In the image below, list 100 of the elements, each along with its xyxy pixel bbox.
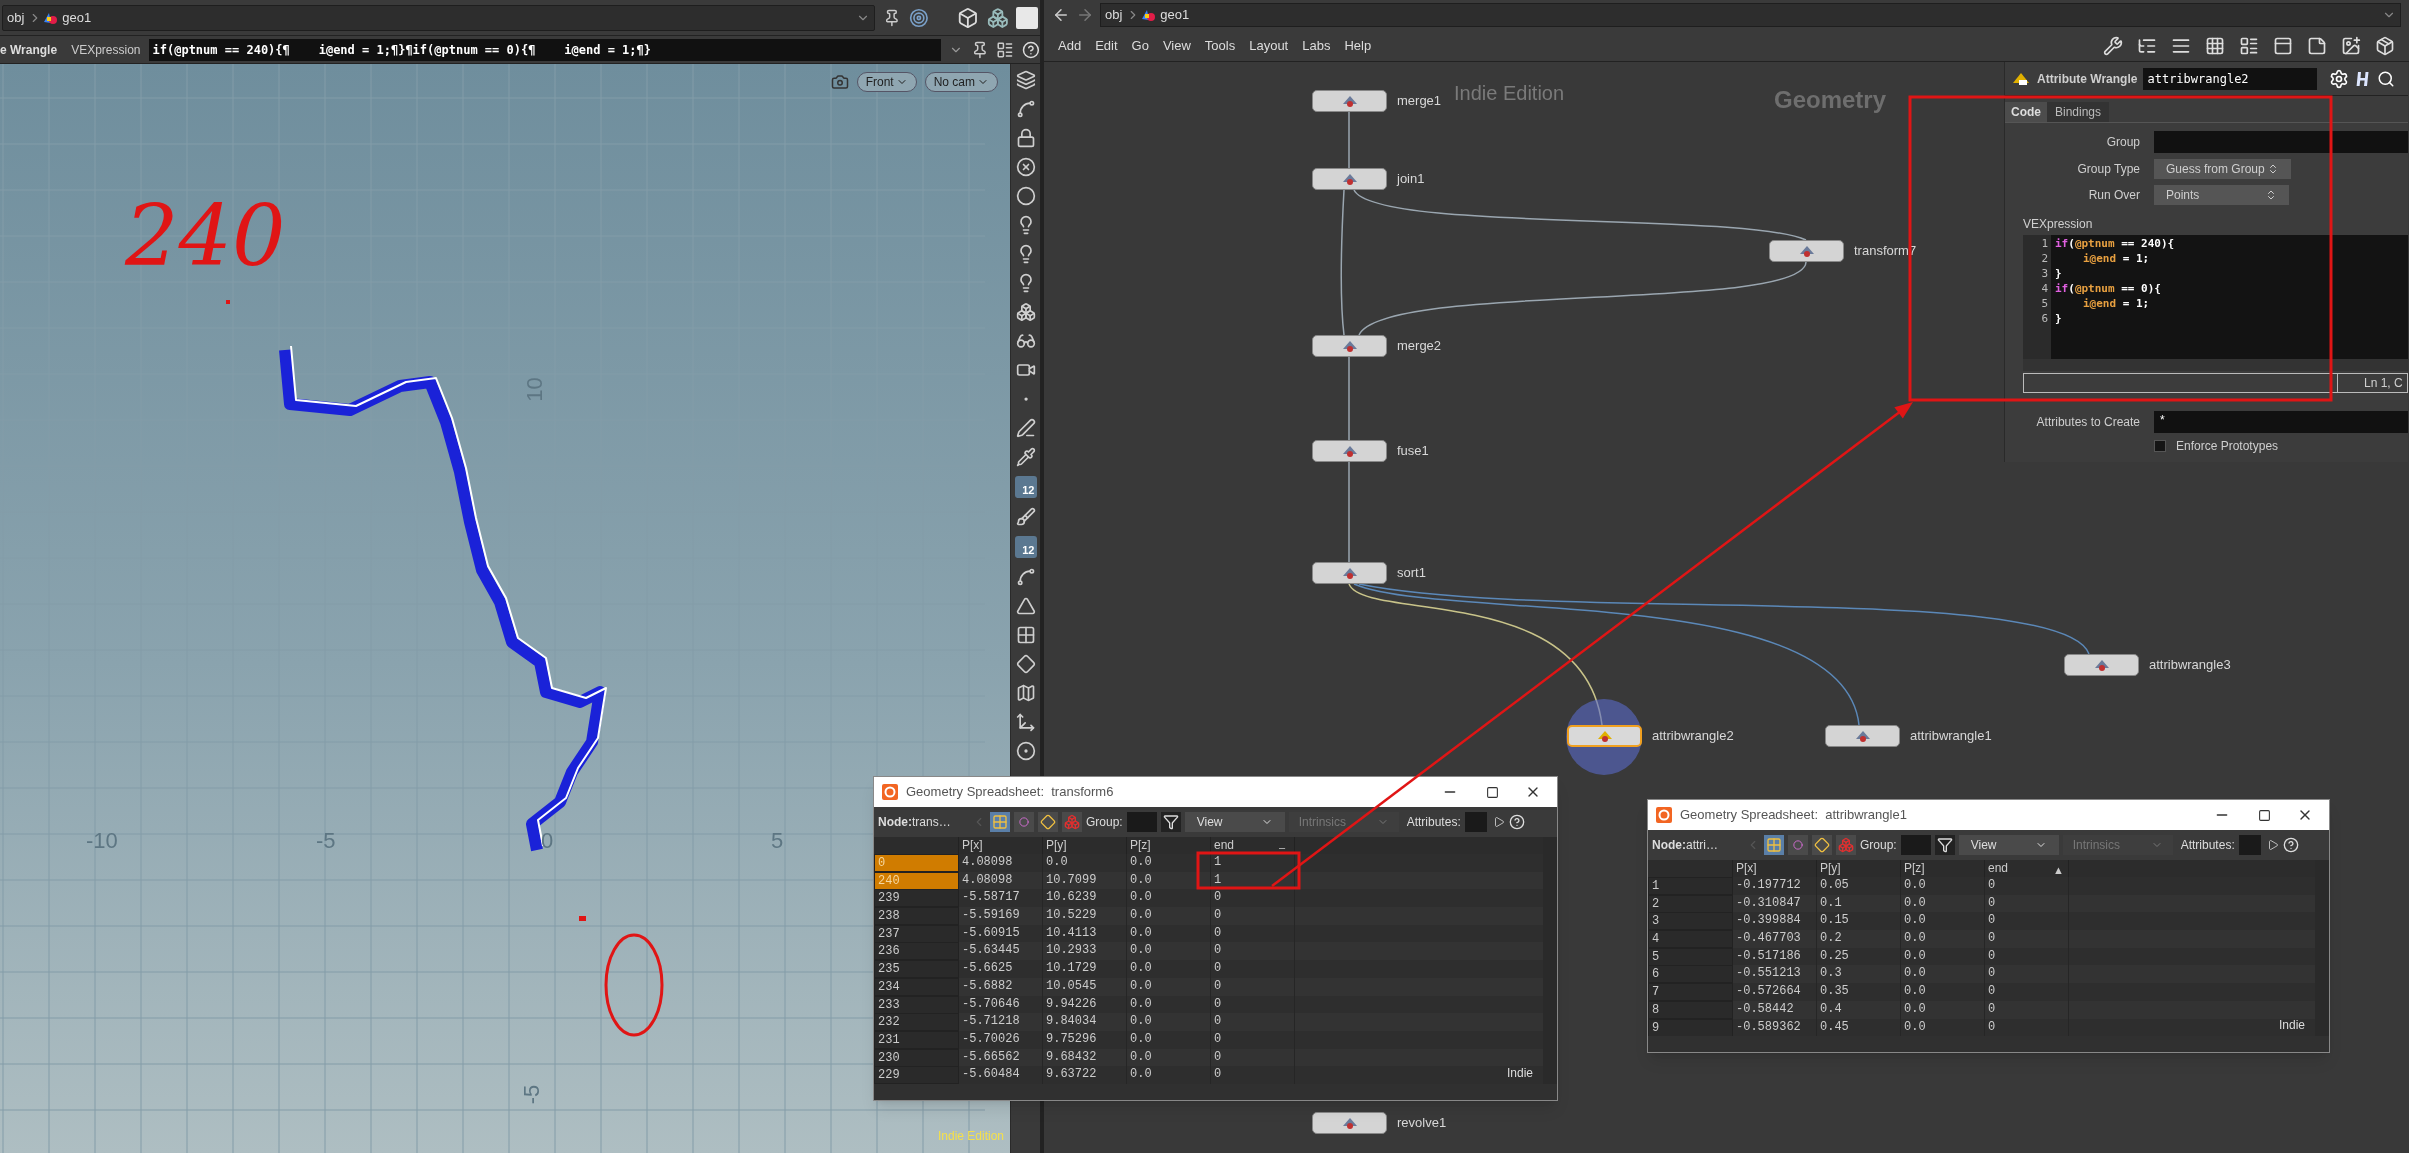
wrench-icon[interactable]	[2103, 35, 2123, 56]
axes-icon[interactable]	[1015, 712, 1036, 732]
sort-indicator[interactable]: –	[1279, 839, 1286, 856]
diamond-icon[interactable]	[1015, 654, 1036, 674]
shapes-icon[interactable]	[986, 6, 1009, 29]
row-index[interactable]: 6	[1648, 965, 1733, 984]
search-icon[interactable]	[2377, 69, 2396, 88]
settings-icon[interactable]	[2329, 68, 2350, 89]
primitive-icon[interactable]	[1038, 812, 1058, 832]
back-icon[interactable]	[1052, 6, 1070, 24]
path-segment[interactable]: geo1	[58, 7, 96, 28]
group-field[interactable]	[2154, 131, 2408, 153]
code-editor[interactable]: 1 2 3 4 5 6 if(@ptnum == 240){ i@end = 1; } if(@ptnum == 0){ i@end = 1; }	[2023, 235, 2408, 359]
maximize-icon[interactable]	[2258, 808, 2271, 822]
play-icon[interactable]	[1492, 816, 1505, 828]
row-index[interactable]: 238	[874, 907, 959, 926]
view-dropdown[interactable]: View	[1958, 835, 2059, 855]
cube-icon[interactable]	[956, 6, 979, 29]
filter-icon[interactable]	[1160, 812, 1181, 832]
node-name-field[interactable]: attribwrangle2	[2143, 67, 2318, 90]
list-icon[interactable]	[996, 40, 1015, 59]
view-dropdown[interactable]: View	[1184, 812, 1285, 832]
view-menu[interactable]: Front	[856, 72, 917, 92]
image-add-icon[interactable]	[2341, 35, 2361, 56]
grid-icon[interactable]	[1015, 625, 1036, 645]
toolbar-badge[interactable]: 12	[1014, 476, 1037, 498]
primitive-icon[interactable]	[1812, 835, 1832, 855]
toolbar-badge[interactable]: 12	[1014, 536, 1037, 558]
menu-item[interactable]: View	[1162, 35, 1191, 56]
run-over-dropdown[interactable]: Points	[2154, 185, 2289, 205]
menu-item[interactable]: Help	[1344, 35, 1372, 56]
node[interactable]	[1769, 240, 1844, 262]
triangle-icon[interactable]	[1015, 596, 1036, 616]
scrollbar[interactable]	[1648, 1036, 2329, 1053]
circle-x-icon[interactable]	[1015, 157, 1036, 177]
color-swatch[interactable]	[1016, 6, 1038, 29]
row-index[interactable]: 232	[874, 1013, 959, 1032]
maximize-icon[interactable]	[1486, 785, 1499, 799]
camera-menu[interactable]: No cam	[924, 72, 998, 92]
menu-item[interactable]: Go	[1131, 35, 1149, 56]
play-icon[interactable]	[2266, 839, 2279, 851]
node[interactable]	[1825, 725, 1900, 747]
attributes-field[interactable]: *	[2154, 411, 2408, 433]
menu-item[interactable]: Labs	[1302, 35, 1331, 56]
package-icon[interactable]	[2375, 35, 2395, 56]
row-index[interactable]: 239	[874, 889, 959, 908]
attributes-field[interactable]	[2238, 835, 2261, 855]
node[interactable]	[1312, 562, 1387, 584]
help-icon[interactable]	[2282, 837, 2299, 853]
sort-indicator[interactable]: ▲	[2053, 862, 2064, 879]
checkbox[interactable]	[2154, 440, 2166, 452]
pipette-icon[interactable]	[1015, 447, 1036, 467]
panel-icon[interactable]	[2273, 35, 2293, 56]
camera-icon[interactable]	[830, 73, 849, 91]
row-index[interactable]: 229	[874, 1066, 959, 1085]
resize-handle[interactable]	[2023, 359, 2408, 371]
filter-icon[interactable]	[1934, 835, 1955, 855]
target-icon[interactable]	[909, 7, 929, 28]
brush-icon[interactable]	[1015, 507, 1036, 527]
tab[interactable]: Bindings	[2047, 102, 2110, 122]
menu-item[interactable]: Add	[1058, 35, 1082, 56]
path-segment[interactable]: obj	[1101, 5, 1127, 25]
pen-icon[interactable]	[1015, 418, 1036, 438]
path-bar[interactable]: obj geo1	[1100, 3, 2401, 27]
layers-icon[interactable]	[1015, 70, 1036, 90]
sticky-note-icon[interactable]	[2307, 35, 2327, 56]
node[interactable]	[1567, 725, 1642, 747]
circle-icon[interactable]	[1015, 186, 1036, 206]
layout-list-icon[interactable]	[2239, 35, 2259, 56]
row-index[interactable]: 3	[1648, 912, 1733, 931]
path-segment[interactable]: obj	[3, 7, 29, 28]
group-type-dropdown[interactable]: Guess from Group	[2154, 159, 2291, 179]
map-icon[interactable]	[1015, 683, 1036, 703]
node[interactable]	[1312, 168, 1387, 190]
node[interactable]	[1312, 1112, 1387, 1134]
row-index[interactable]: 4	[1648, 930, 1733, 949]
menu-item[interactable]: Layout	[1249, 35, 1289, 56]
row-index[interactable]: 236	[874, 942, 959, 961]
tab[interactable]: Code	[2005, 102, 2047, 122]
menu-item[interactable]: Edit	[1095, 35, 1118, 56]
circle-dot-icon[interactable]	[1015, 741, 1036, 761]
group-field[interactable]	[1126, 812, 1157, 832]
attributes-field[interactable]	[1464, 812, 1487, 832]
node[interactable]	[1312, 335, 1387, 357]
curve-icon[interactable]	[1015, 567, 1036, 587]
row-index[interactable]: 1	[1648, 877, 1733, 895]
row-index[interactable]: 7	[1648, 983, 1733, 1002]
path-bar[interactable]: obj geo1	[2, 4, 876, 31]
vex-field[interactable]: if(@ptnum == 240){¶ i@end = 1;¶}¶if(@ptnum == 0){¶ i@end = 1;¶}	[148, 38, 941, 61]
help-icon[interactable]	[1022, 40, 1040, 59]
cubes-icon[interactable]	[1015, 302, 1036, 322]
spline-icon[interactable]	[1015, 99, 1036, 119]
grid-icon[interactable]	[2205, 35, 2225, 56]
node[interactable]	[1312, 90, 1387, 112]
node[interactable]	[2064, 654, 2139, 676]
help-icon[interactable]	[1508, 814, 1525, 830]
path-segment[interactable]: geo1	[1156, 5, 1194, 25]
forward-icon[interactable]	[1076, 6, 1094, 24]
lock-icon[interactable]	[1015, 128, 1036, 148]
group-field[interactable]	[1900, 835, 1931, 855]
